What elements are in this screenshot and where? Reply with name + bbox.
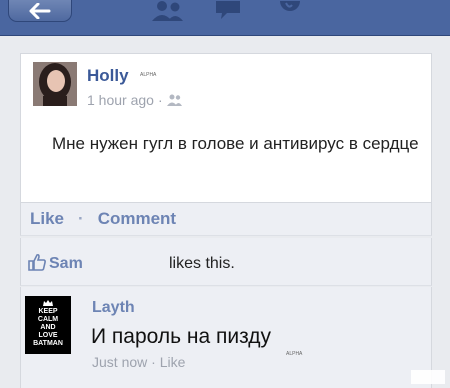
- comment-author-name[interactable]: Layth: [92, 299, 135, 317]
- back-button[interactable]: [8, 0, 72, 22]
- avatar-line: CALM: [37, 316, 59, 323]
- friends-icon: [166, 94, 182, 106]
- thumbs-up-icon: [28, 253, 46, 271]
- messages-icon[interactable]: [210, 0, 246, 22]
- avatar-line: BATMAN: [33, 340, 63, 347]
- comment-badge: ALPHA: [286, 351, 303, 357]
- watermark-patch: [411, 370, 445, 384]
- commenter-avatar[interactable]: KEEP CALM AND LOVE BATMAN: [25, 296, 71, 354]
- top-navigation-bar: [0, 0, 450, 36]
- avatar-line: AND: [40, 324, 56, 331]
- author-badge: ALPHA: [140, 72, 157, 78]
- liker-name[interactable]: Sam: [49, 255, 83, 273]
- post-card: Holly ALPHA 1 hour ago · Мне нужен гугл …: [20, 53, 432, 203]
- like-button[interactable]: Like: [30, 209, 64, 229]
- comment-button[interactable]: Comment: [98, 209, 176, 229]
- back-arrow-icon: [29, 2, 51, 19]
- author-avatar[interactable]: [33, 62, 77, 106]
- likes-row: Sam likes this.: [20, 238, 432, 286]
- comment-meta[interactable]: Just now · Like: [92, 354, 185, 370]
- post-actions: Like · Comment: [20, 203, 432, 236]
- post-meta: 1 hour ago ·: [87, 92, 183, 108]
- post-author-name[interactable]: Holly: [87, 66, 129, 86]
- post-time[interactable]: 1 hour ago: [87, 92, 154, 108]
- meta-separator: ·: [157, 92, 163, 108]
- friend-requests-icon[interactable]: [148, 0, 188, 22]
- crown-icon: [43, 300, 53, 306]
- avatar-line: LOVE: [38, 332, 58, 339]
- post-text: Мне нужен гугл в голове и антивирус в се…: [52, 134, 419, 153]
- notifications-globe-icon[interactable]: [275, 0, 305, 22]
- avatar-line: KEEP: [38, 308, 58, 315]
- comment-text: И пароль на пиздy: [91, 325, 272, 348]
- comment-item: KEEP CALM AND LOVE BATMAN Layth И пароль…: [20, 287, 432, 388]
- action-separator: ·: [78, 209, 84, 228]
- likes-text: likes this.: [169, 255, 235, 272]
